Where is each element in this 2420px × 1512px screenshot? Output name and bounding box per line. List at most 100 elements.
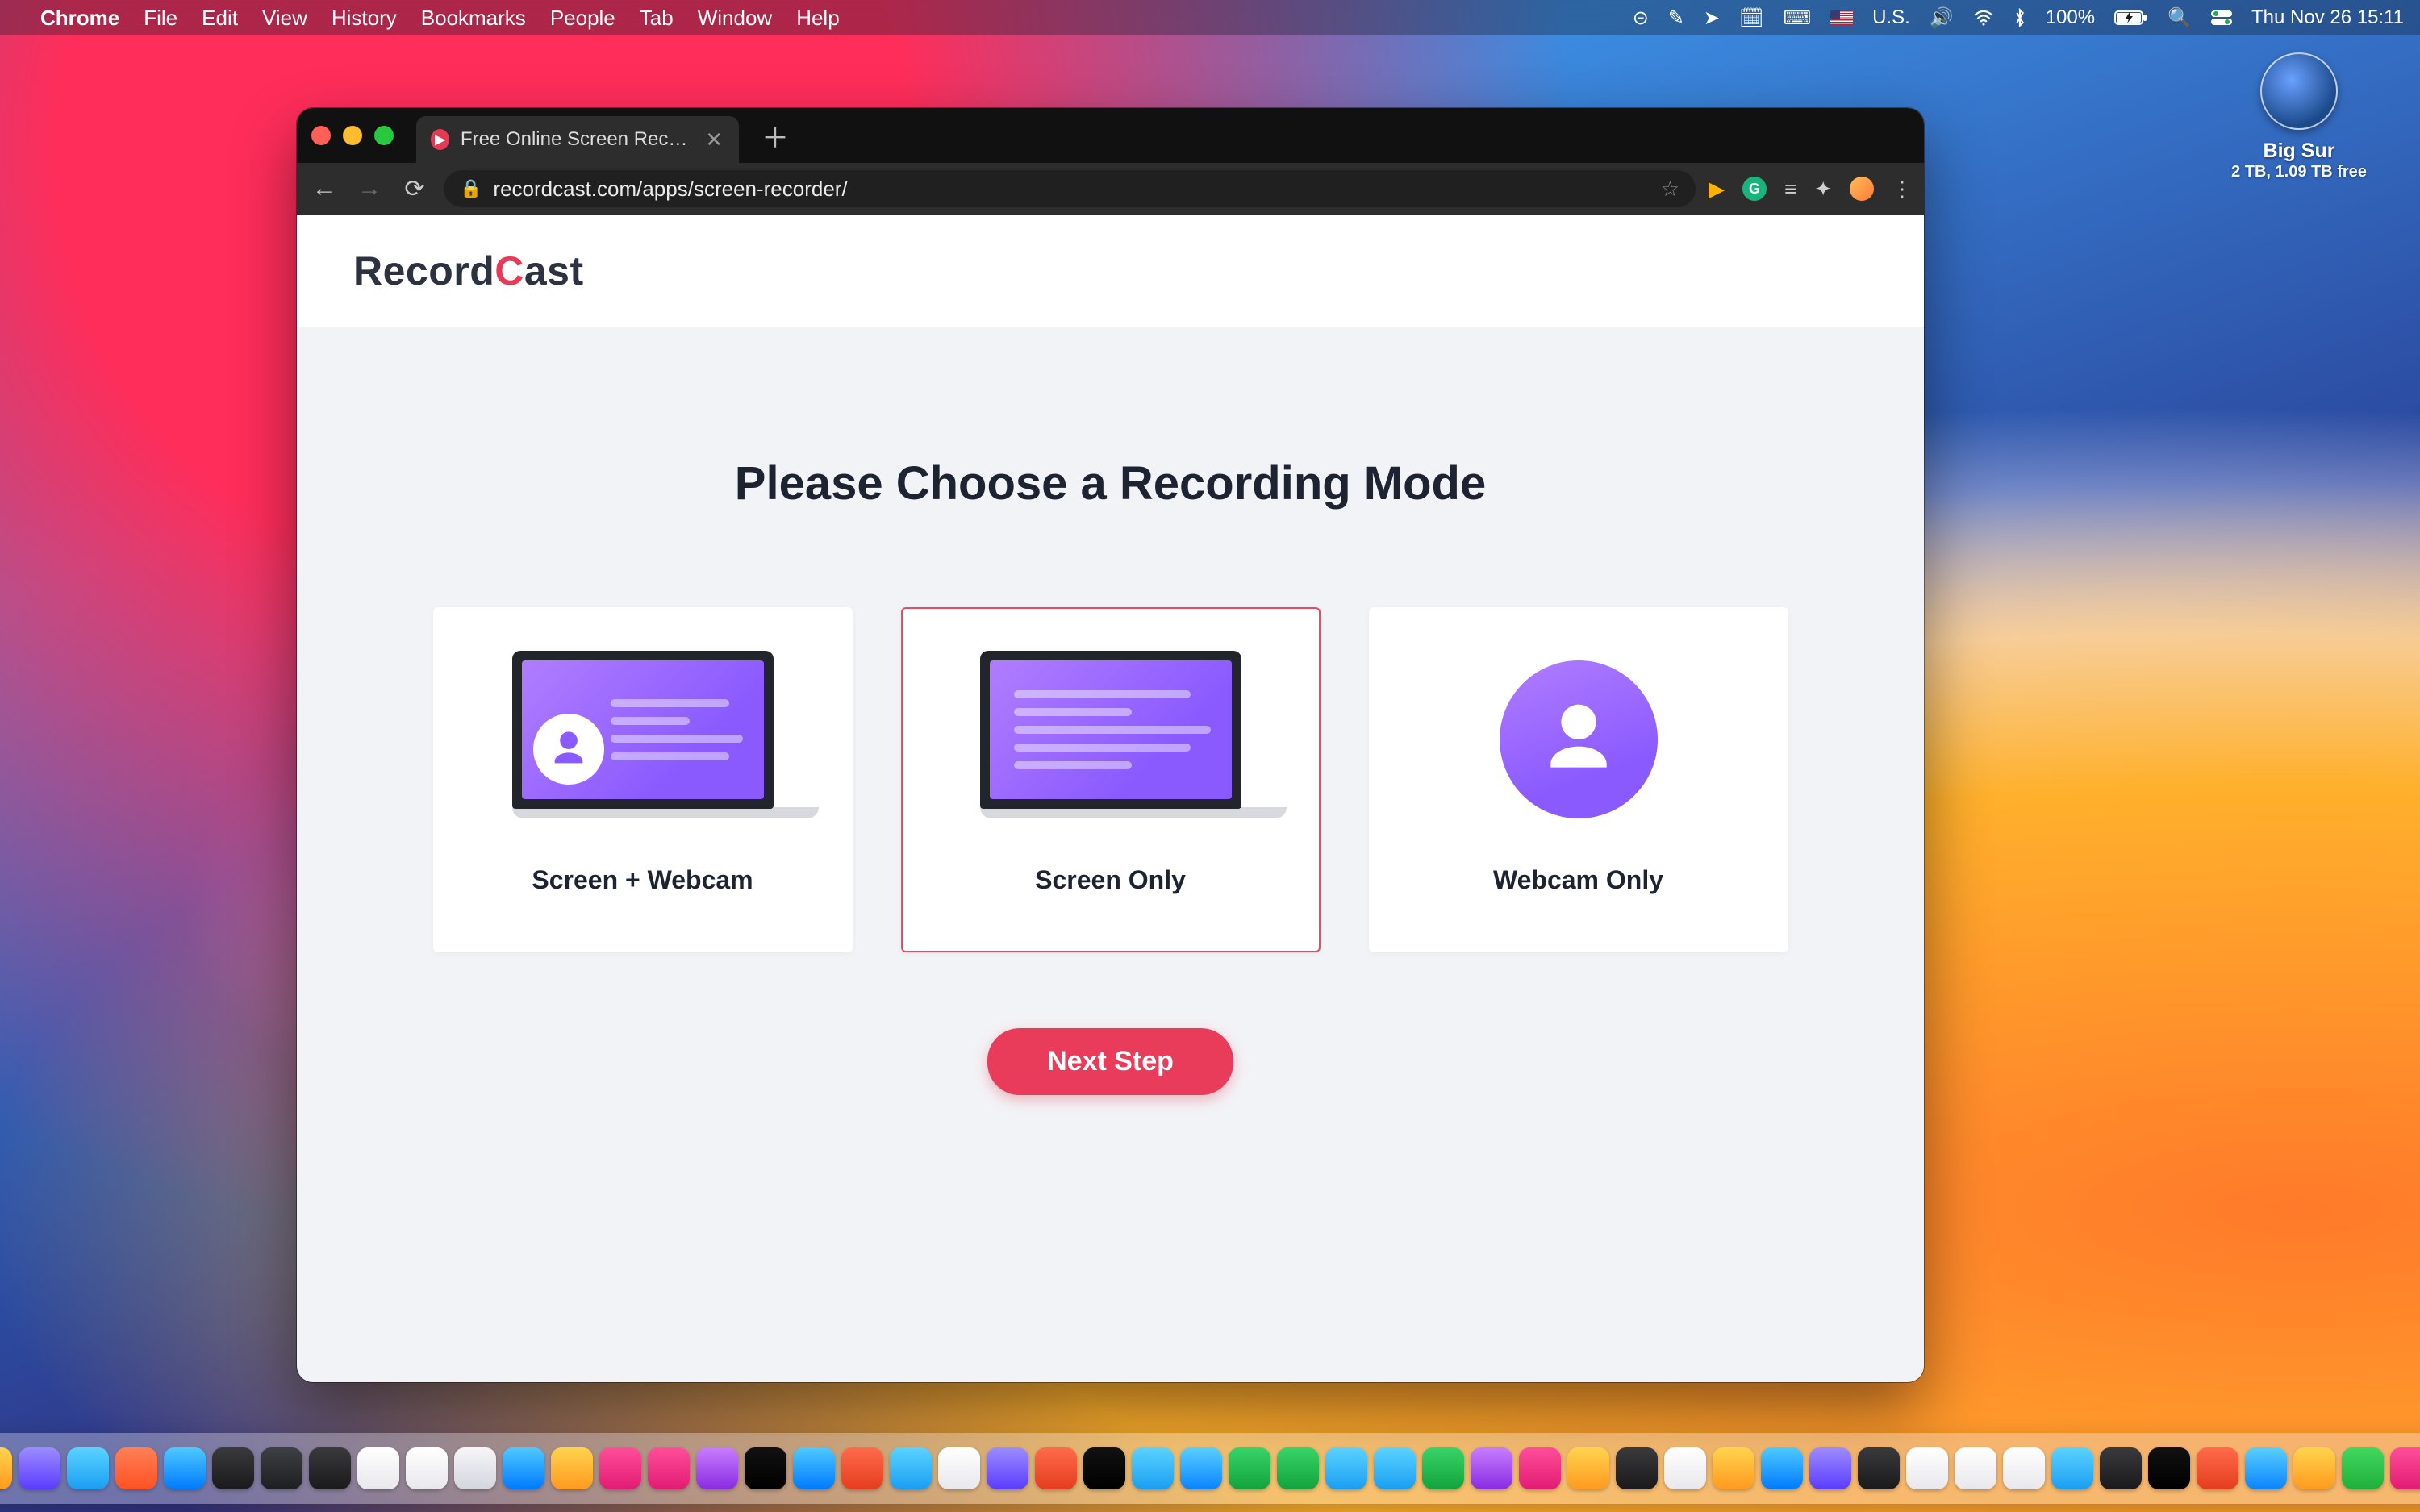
dock-app-safari[interactable] (1132, 1447, 1174, 1489)
site-logo[interactable]: Record C ast (353, 248, 584, 294)
dock-app-brave[interactable] (1035, 1447, 1077, 1489)
dock-app-generic-8[interactable] (1809, 1447, 1851, 1489)
dock-app-generic-4[interactable] (1567, 1447, 1609, 1489)
new-tab-button[interactable]: ＋ (761, 116, 789, 156)
card-screen-only[interactable]: Screen Only (901, 607, 1321, 952)
dock-app-term2[interactable] (2148, 1447, 2190, 1489)
dock-app-whatsapp[interactable] (1229, 1447, 1270, 1489)
wifi-icon[interactable] (1973, 10, 1994, 26)
menu-people[interactable]: People (550, 6, 615, 31)
window-minimize-icon[interactable] (343, 126, 362, 145)
dock-app-gimp[interactable] (1616, 1447, 1658, 1489)
dock-app-podcasts[interactable] (19, 1447, 60, 1489)
dock-app-firefox[interactable] (987, 1447, 1028, 1489)
dock-app-appstore[interactable] (164, 1447, 206, 1489)
menuextra-icon-1[interactable]: ⊝ (1633, 6, 1649, 30)
bookmark-star-icon[interactable]: ☆ (1661, 177, 1679, 202)
dock-app-generic-11[interactable] (2293, 1447, 2335, 1489)
dock-app-generic-5[interactable] (1664, 1447, 1706, 1489)
dock-app-opera[interactable] (1083, 1447, 1125, 1489)
location-icon[interactable]: ➤ (1704, 6, 1720, 30)
dock-app-calculator[interactable] (212, 1447, 254, 1489)
ext-grammarly-icon[interactable]: G (1742, 177, 1767, 201)
clock[interactable]: Thu Nov 26 15:11 (2251, 6, 2404, 29)
control-center-icon[interactable] (2211, 10, 2232, 25)
menu-help[interactable]: Help (796, 6, 839, 31)
dock-app-podcasts2[interactable] (696, 1447, 738, 1489)
menu-edit[interactable]: Edit (202, 6, 238, 31)
dock-app-news[interactable] (599, 1447, 641, 1489)
dock-app-generic-1[interactable] (503, 1447, 544, 1489)
ext-puzzle-icon[interactable]: ✦ (1814, 177, 1832, 202)
menu-history[interactable]: History (332, 6, 397, 31)
dock-app-messenger[interactable] (1471, 1447, 1512, 1489)
dock-app-home[interactable] (0, 1447, 12, 1489)
dock-app-1password[interactable] (2051, 1447, 2093, 1489)
dock-app-terminal[interactable] (261, 1447, 302, 1489)
menuextra-icon-2[interactable]: ✎ (1668, 6, 1684, 30)
dock-app-xcode[interactable] (357, 1447, 399, 1489)
dock-app-palette[interactable] (2342, 1447, 2384, 1489)
dock-app-generic-7[interactable] (1761, 1447, 1803, 1489)
dock-app-generic-9[interactable] (2100, 1447, 2142, 1489)
nav-back-icon[interactable]: ← (308, 175, 340, 202)
window-zoom-icon[interactable] (374, 126, 394, 145)
menu-tab[interactable]: Tab (640, 6, 674, 31)
dock-app-pages[interactable] (2003, 1447, 2045, 1489)
menu-file[interactable]: File (144, 6, 177, 31)
dock-app-inkscape[interactable] (1858, 1447, 1900, 1489)
ext-play-icon[interactable]: ▶ (1709, 177, 1725, 202)
dock-app-tips[interactable] (406, 1447, 448, 1489)
volume-icon[interactable]: 🔊 (1930, 6, 1954, 30)
menu-app-name[interactable]: Chrome (40, 6, 119, 31)
nav-reload-icon[interactable]: ⟳ (398, 175, 431, 203)
dock-app-generic-6[interactable] (1713, 1447, 1754, 1489)
menu-bookmarks[interactable]: Bookmarks (421, 6, 526, 31)
dock-app-messages[interactable] (1277, 1447, 1319, 1489)
card-webcam-only[interactable]: Webcam Only (1369, 607, 1788, 952)
dock-app-folder[interactable] (2390, 1447, 2420, 1489)
bluetooth-icon[interactable] (2013, 8, 2026, 27)
dock-app-skype[interactable] (1374, 1447, 1416, 1489)
dock-app-books[interactable] (551, 1447, 593, 1489)
dock-app-arcade[interactable] (793, 1447, 835, 1489)
menu-window[interactable]: Window (698, 6, 772, 31)
dock-app-swift[interactable] (115, 1447, 157, 1489)
profile-avatar-icon[interactable] (1850, 177, 1874, 201)
window-close-icon[interactable] (311, 126, 331, 145)
desktop-disk-widget[interactable]: Big Sur 2 TB, 1.09 TB free (2226, 52, 2372, 181)
spotlight-icon[interactable]: 🔍 (2168, 6, 2192, 30)
menu-view[interactable]: View (262, 6, 307, 31)
browser-tab[interactable]: ▶ Free Online Screen Recorder - ✕ (416, 116, 739, 163)
tab-close-icon[interactable]: ✕ (705, 127, 723, 152)
dock-app-telegram[interactable] (1325, 1447, 1367, 1489)
dock-app-activity[interactable] (309, 1447, 351, 1489)
dock-app-facetime[interactable] (1422, 1447, 1464, 1489)
battery-pct: 100% (2046, 6, 2095, 29)
battery-icon[interactable] (2114, 10, 2148, 26)
dock-app-navi[interactable] (841, 1447, 883, 1489)
card-screen-webcam[interactable]: Screen + Webcam (433, 607, 853, 952)
dock-app-notes[interactable] (1906, 1447, 1948, 1489)
browser-menu-icon[interactable]: ⋮ (1892, 177, 1913, 202)
calendar-icon[interactable]: 🗓︎ (1739, 6, 1763, 30)
dock-app-generic-3[interactable] (1180, 1447, 1222, 1489)
dock-app-reminders[interactable] (1955, 1447, 1996, 1489)
next-step-button[interactable]: Next Step (987, 1028, 1233, 1095)
ext-readlist-icon[interactable]: ≡ (1784, 177, 1796, 202)
flag-icon[interactable] (1830, 10, 1853, 25)
dock-app-music[interactable] (648, 1447, 690, 1489)
keyboard-icon[interactable]: ⌨︎ (1783, 6, 1811, 30)
dock-app-settings[interactable] (454, 1447, 496, 1489)
brand-text-left: Record (353, 248, 494, 294)
dock-app-generic-10[interactable] (2245, 1447, 2287, 1489)
dock-app-authy[interactable] (2197, 1447, 2238, 1489)
dock-app-instagram[interactable] (1519, 1447, 1561, 1489)
omnibox[interactable]: 🔒 recordcast.com/apps/screen-recorder/ ☆ (444, 170, 1696, 207)
dock-app-chrome[interactable] (938, 1447, 980, 1489)
dock-app-generic-2[interactable] (890, 1447, 932, 1489)
dock-app-tv[interactable] (745, 1447, 786, 1489)
dock-app-launchpad[interactable] (67, 1447, 109, 1489)
nav-forward-icon[interactable]: → (353, 175, 386, 202)
disk-icon (2260, 52, 2338, 130)
